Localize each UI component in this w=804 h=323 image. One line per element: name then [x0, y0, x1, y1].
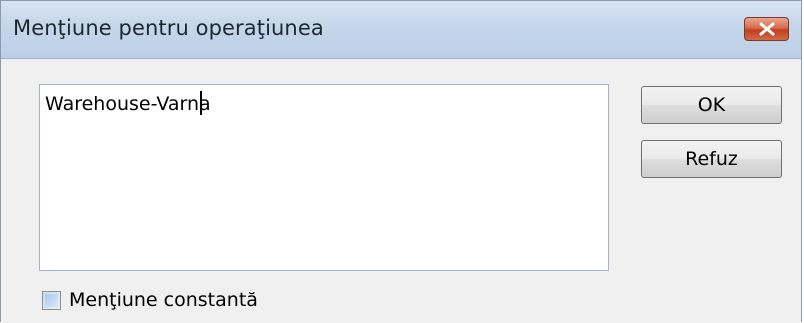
dialog-window: Menţiune pentru operaţiunea Warehouse-Va… — [0, 0, 802, 323]
title-bar[interactable]: Menţiune pentru operaţiunea — [1, 1, 801, 59]
checkbox-fill — [45, 293, 58, 307]
refuz-button[interactable]: Refuz — [641, 140, 782, 178]
mention-textarea[interactable]: Warehouse-Varna — [39, 84, 609, 271]
close-icon — [758, 22, 776, 36]
dialog-body: Warehouse-Varna OK Refuz Menţiune consta… — [1, 59, 801, 323]
text-caret — [200, 91, 202, 115]
constant-mention-checkbox[interactable] — [42, 290, 61, 310]
constant-mention-label[interactable]: Menţiune constantă — [69, 289, 258, 311]
mention-text-value: Warehouse-Varna — [45, 93, 211, 115]
close-button[interactable] — [744, 17, 789, 41]
ok-button[interactable]: OK — [641, 86, 782, 124]
window-title: Menţiune pentru operaţiunea — [13, 16, 324, 40]
constant-mention-option[interactable]: Menţiune constantă — [42, 289, 258, 311]
